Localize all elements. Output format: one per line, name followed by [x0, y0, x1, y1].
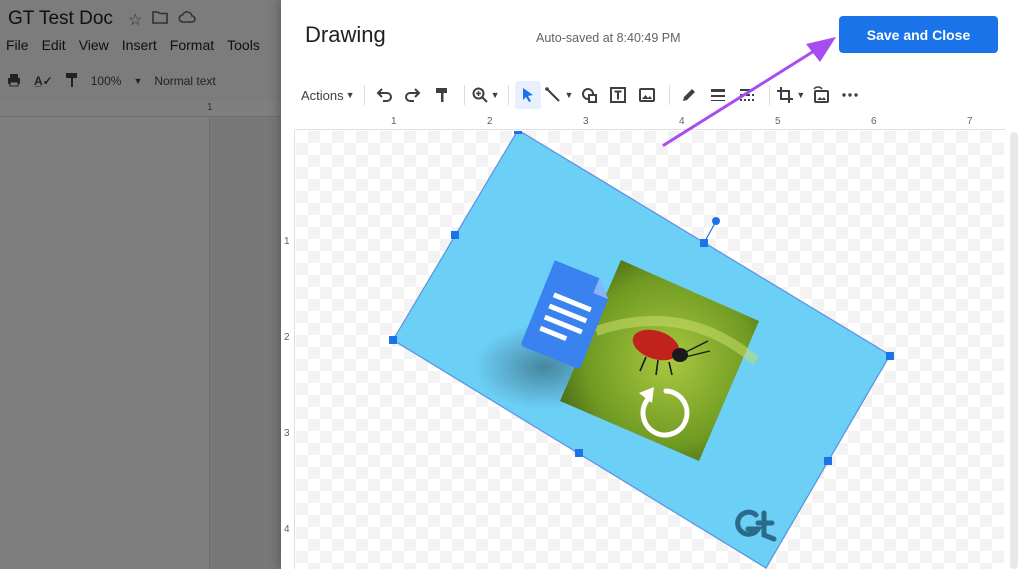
annotation-arrow	[662, 37, 836, 147]
